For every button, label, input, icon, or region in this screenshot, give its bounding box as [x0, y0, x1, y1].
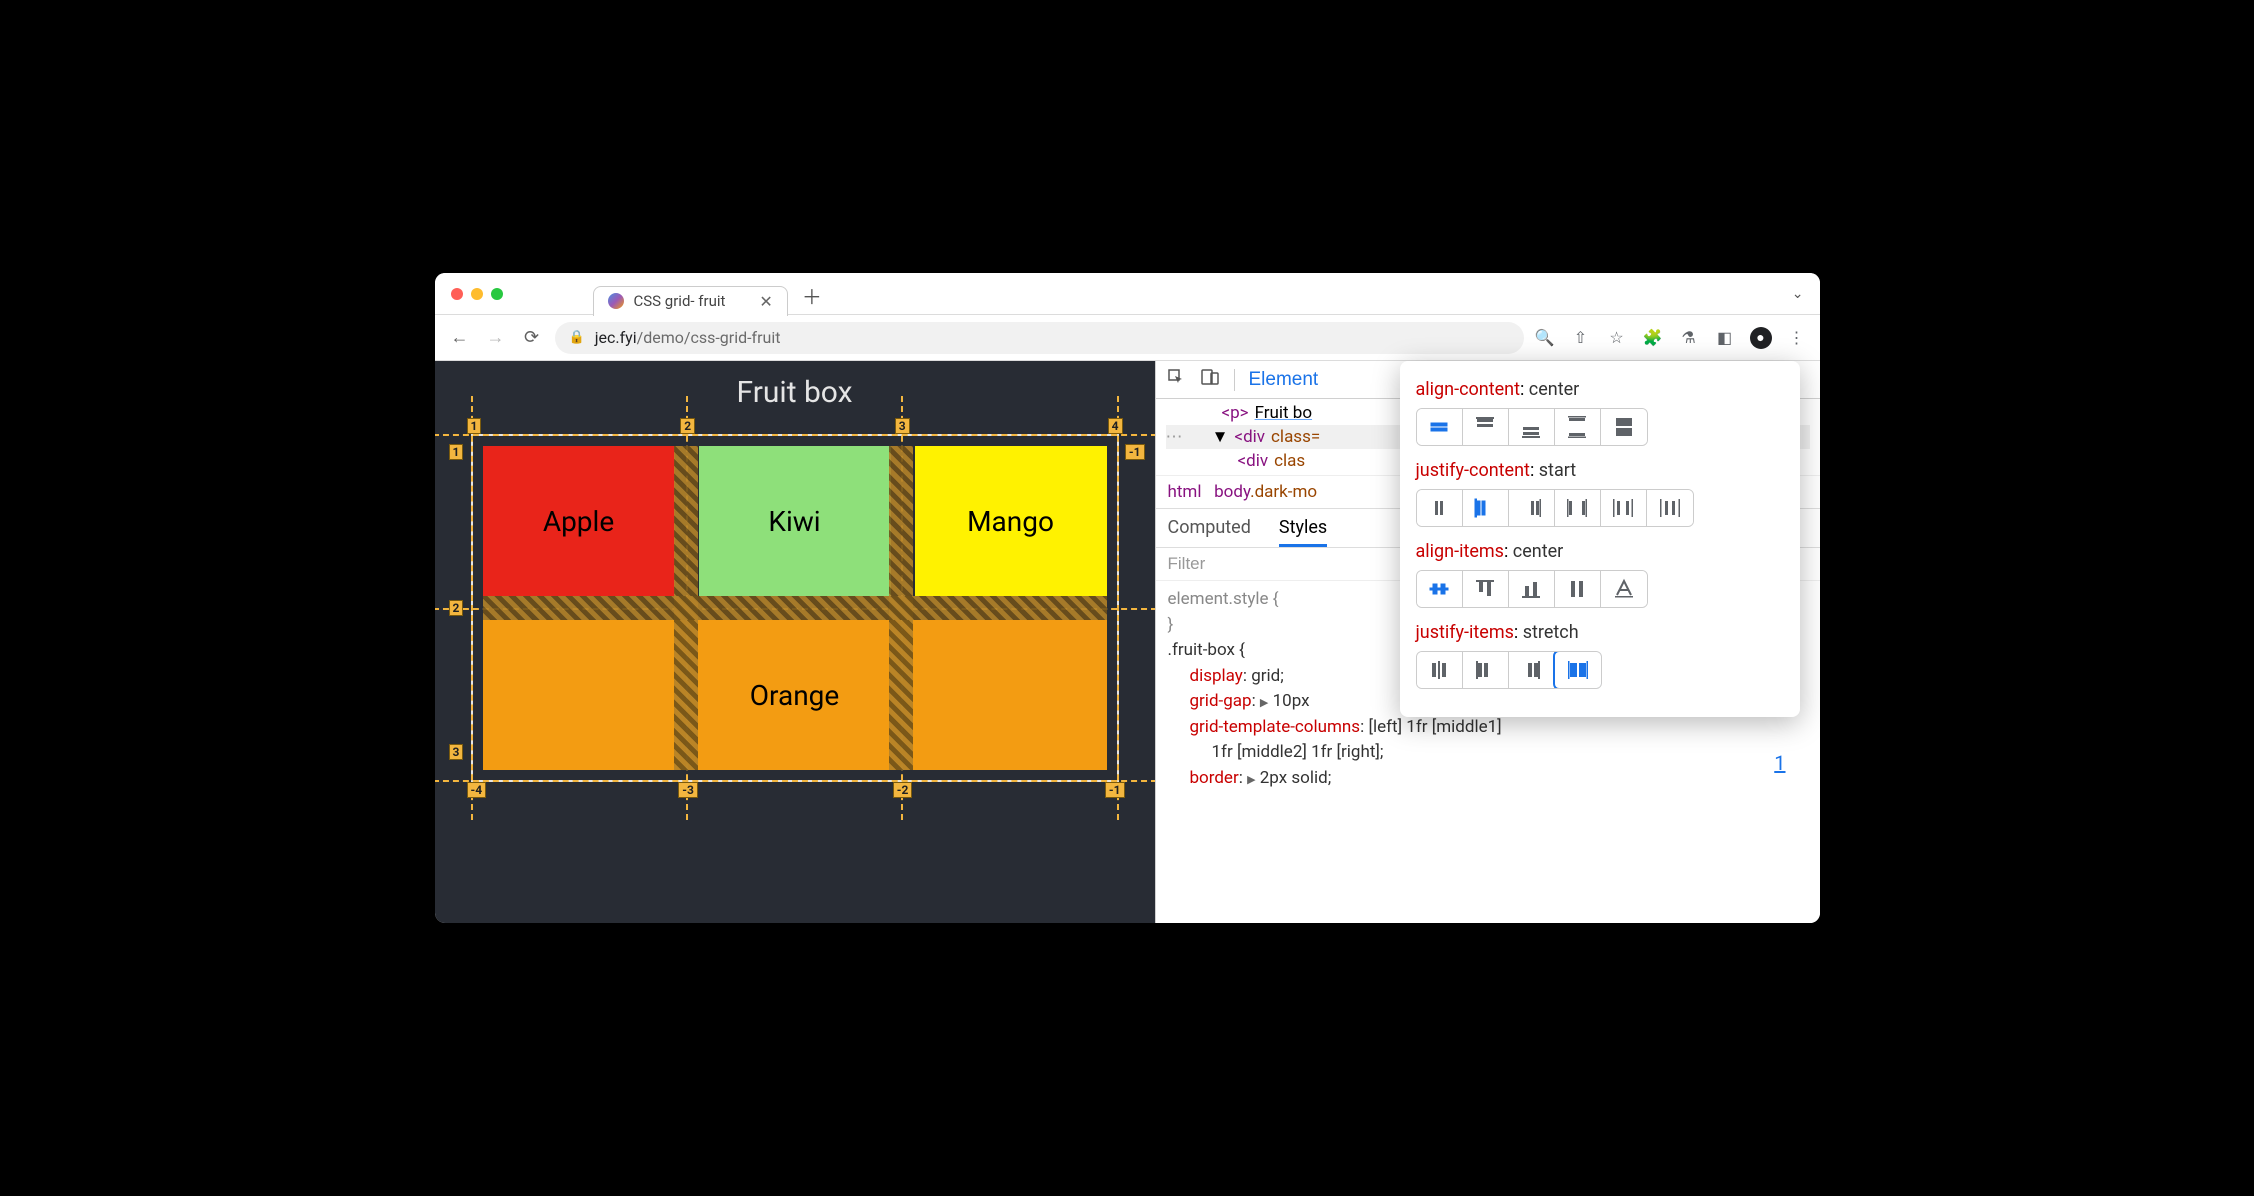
back-button[interactable]: ← — [447, 325, 473, 351]
device-icon[interactable] — [1200, 367, 1220, 392]
grid-line-label: -1 — [1125, 444, 1145, 460]
devtools-panel: Element <p>Fruit bo ⋯ ▼<div class= <div … — [1155, 361, 1820, 923]
align-items-center[interactable] — [1417, 571, 1463, 607]
tab-title: CSS grid- fruit — [634, 292, 726, 310]
url-host: jec.fyi — [595, 328, 637, 347]
justify-items-buttons — [1416, 651, 1602, 689]
align-content-stretch[interactable] — [1601, 409, 1647, 445]
source-link[interactable]: 1 — [1774, 751, 1785, 775]
grid-line-label: 4 — [1108, 418, 1123, 434]
grid-line-label: -2 — [893, 782, 913, 798]
extensions-icon[interactable]: 🧩 — [1642, 327, 1664, 349]
address-bar: ← → ⟳ 🔒 jec.fyi/demo/css-grid-fruit 🔍 ⇧ … — [435, 315, 1820, 361]
zoom-icon[interactable]: 🔍 — [1534, 327, 1556, 349]
justify-content-center[interactable] — [1417, 490, 1463, 526]
ellipsis-icon[interactable]: ⋯ — [1166, 427, 1185, 447]
align-content-end[interactable] — [1509, 409, 1555, 445]
panel-tab-elements[interactable]: Element — [1249, 369, 1319, 391]
content-area: Fruit box Apple — [435, 361, 1820, 923]
rendered-page: Fruit box Apple — [435, 361, 1155, 923]
kebab-menu-icon[interactable]: ⋮ — [1786, 327, 1808, 349]
grid-editor-popup: align-content: center justify-content: s… — [1400, 361, 1800, 717]
justify-items-stretch[interactable] — [1555, 652, 1601, 688]
close-window[interactable] — [451, 288, 463, 300]
align-items-start[interactable] — [1463, 571, 1509, 607]
justify-content-space-between[interactable] — [1555, 490, 1601, 526]
align-content-space-between[interactable] — [1555, 409, 1601, 445]
align-items-stretch[interactable] — [1555, 571, 1601, 607]
tab-computed[interactable]: Computed — [1168, 517, 1251, 547]
grid-line-label: 1 — [449, 444, 464, 460]
justify-content-space-around[interactable] — [1601, 490, 1647, 526]
align-content-buttons — [1416, 408, 1648, 446]
favicon-icon — [608, 293, 624, 309]
justify-items-start[interactable] — [1463, 652, 1509, 688]
profile-avatar[interactable]: ● — [1750, 327, 1772, 349]
grid-line-label: -1 — [1105, 782, 1125, 798]
toolbar-right: 🔍 ⇧ ☆ 🧩 ⚗ ◧ ● ⋮ — [1534, 327, 1808, 349]
page-heading: Fruit box — [435, 361, 1155, 418]
traffic-lights — [451, 288, 503, 300]
align-items-buttons — [1416, 570, 1648, 608]
url-path: /demo/css-grid-fruit — [637, 328, 781, 347]
justify-content-end[interactable] — [1509, 490, 1555, 526]
justify-content-space-evenly[interactable] — [1647, 490, 1693, 526]
grid-cell-apple: Apple — [483, 446, 675, 596]
bookmark-icon[interactable]: ☆ — [1606, 327, 1628, 349]
omnibox[interactable]: 🔒 jec.fyi/demo/css-grid-fruit — [555, 322, 1524, 354]
align-items-baseline[interactable] — [1601, 571, 1647, 607]
grid-line-label: -3 — [678, 782, 698, 798]
close-tab-icon[interactable]: ✕ — [759, 292, 772, 311]
grid-line-label: -4 — [467, 782, 487, 798]
reload-button[interactable]: ⟳ — [519, 325, 545, 351]
minimize-window[interactable] — [471, 288, 483, 300]
browser-window: CSS grid- fruit ✕ ＋ ⌄ ← → ⟳ 🔒 jec.fyi/de… — [435, 273, 1820, 923]
grid-cell-mango: Mango — [915, 446, 1107, 596]
tabs-dropdown-icon[interactable]: ⌄ — [1792, 286, 1804, 302]
forward-button[interactable]: → — [483, 325, 509, 351]
panel-icon[interactable]: ◧ — [1714, 327, 1736, 349]
maximize-window[interactable] — [491, 288, 503, 300]
align-content-center[interactable] — [1417, 409, 1463, 445]
justify-items-end[interactable] — [1509, 652, 1555, 688]
grid-line-label: 3 — [895, 418, 910, 434]
grid-line-label: 1 — [467, 418, 482, 434]
justify-content-start[interactable] — [1463, 490, 1509, 526]
lock-icon: 🔒 — [569, 330, 585, 345]
grid-overlay-wrap: Apple Kiwi Mango Orange 1 2 3 4 1 2 -1 3… — [471, 434, 1119, 782]
grid-line-label: 2 — [680, 418, 695, 434]
inspect-icon[interactable] — [1166, 367, 1186, 392]
grid-cell-kiwi: Kiwi — [699, 446, 891, 596]
align-content-start[interactable] — [1463, 409, 1509, 445]
new-tab-button[interactable]: ＋ — [802, 281, 822, 310]
labs-icon[interactable]: ⚗ — [1678, 327, 1700, 349]
tab-styles[interactable]: Styles — [1279, 517, 1327, 547]
titlebar: CSS grid- fruit ✕ ＋ ⌄ — [435, 273, 1820, 315]
grid-cell-orange: Orange — [483, 620, 1107, 770]
justify-items-center[interactable] — [1417, 652, 1463, 688]
grid-line-label: 2 — [449, 600, 464, 616]
align-items-end[interactable] — [1509, 571, 1555, 607]
justify-content-buttons — [1416, 489, 1694, 527]
fruit-box: Apple Kiwi Mango Orange 1 2 3 4 1 2 -1 3… — [471, 434, 1119, 782]
browser-tab[interactable]: CSS grid- fruit ✕ — [593, 286, 788, 316]
share-icon[interactable]: ⇧ — [1570, 327, 1592, 349]
